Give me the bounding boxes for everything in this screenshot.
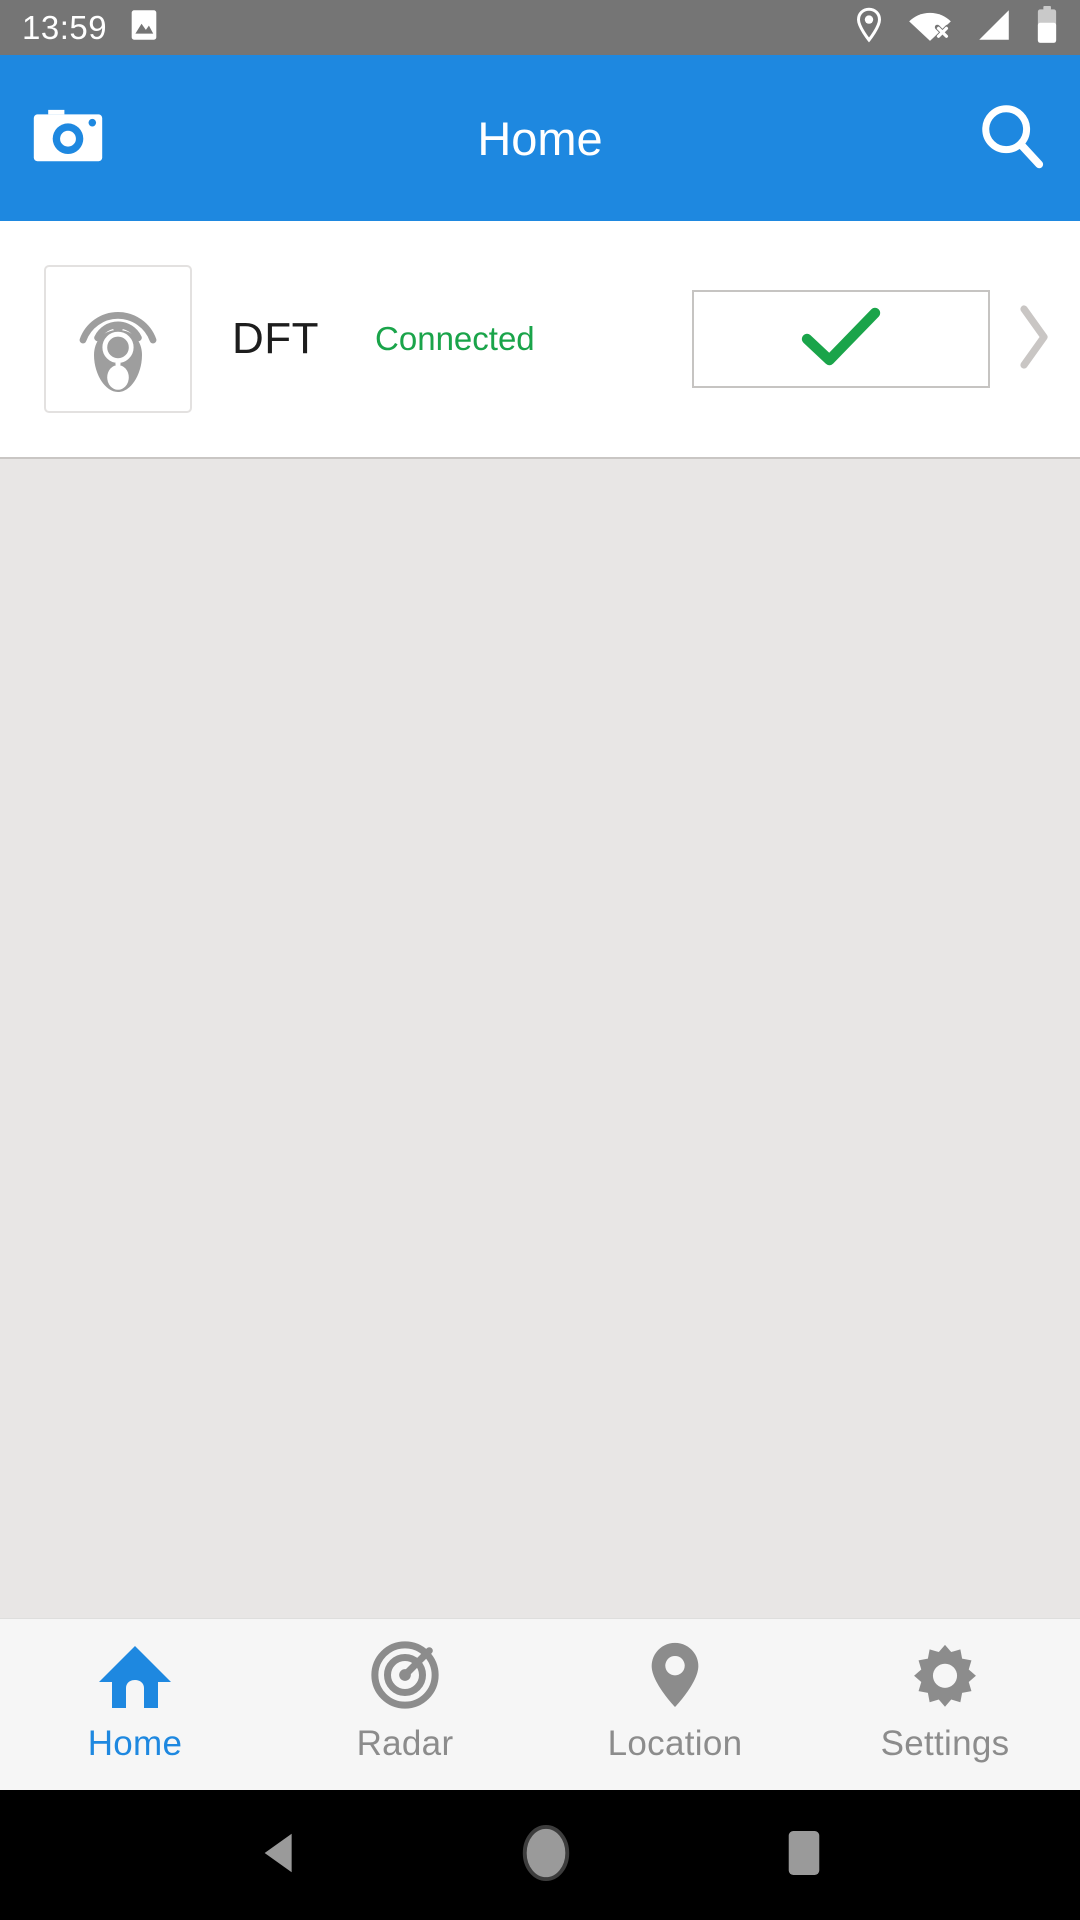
content-area [0, 459, 1080, 1618]
location-pin-icon [854, 7, 884, 48]
status-bar-system-icons [854, 6, 1058, 49]
home-icon [97, 1645, 173, 1710]
nav-item-settings[interactable]: Settings [810, 1619, 1080, 1790]
nav-item-radar[interactable]: Radar [270, 1619, 540, 1790]
device-name: DFT [232, 314, 320, 363]
chevron-right-icon [1016, 301, 1052, 378]
device-check-button[interactable] [692, 290, 990, 388]
device-list: DFT Connected [0, 221, 1080, 459]
nav-item-location[interactable]: Location [540, 1619, 810, 1790]
camera-button[interactable] [28, 98, 108, 178]
device-thumbnail [44, 265, 192, 413]
home-button[interactable] [520, 1824, 572, 1887]
status-bar-clock: 13:59 [22, 8, 108, 46]
page-title: Home [477, 111, 603, 165]
bottom-navigation: Home Radar Location Settings [0, 1618, 1080, 1790]
device-row[interactable]: DFT Connected [0, 221, 1080, 457]
nav-item-home[interactable]: Home [0, 1619, 270, 1790]
search-button[interactable] [972, 98, 1052, 178]
app-bar: Home [0, 55, 1080, 221]
cellular-signal-icon [976, 8, 1012, 47]
search-icon [977, 101, 1047, 176]
device-status: Connected [375, 320, 535, 357]
location-icon [647, 1642, 703, 1710]
device-actions [692, 290, 1052, 388]
settings-icon [910, 1644, 980, 1710]
nav-label-settings: Settings [880, 1723, 1010, 1763]
recents-button[interactable] [783, 1827, 825, 1884]
phone-screen: 13:59 Home DFT Connected Home Radar Loca… [0, 0, 1080, 1920]
device-detail-chevron[interactable] [1016, 301, 1052, 378]
battery-icon [1036, 6, 1058, 49]
status-bar: 13:59 [0, 0, 1080, 55]
back-button[interactable] [255, 1826, 309, 1885]
wifi-off-icon [908, 8, 952, 47]
status-bar-notification-icons [129, 9, 159, 46]
radar-icon [370, 1640, 440, 1710]
android-system-nav [0, 1790, 1080, 1920]
nav-label-home: Home [87, 1723, 183, 1763]
nav-label-radar: Radar [356, 1723, 454, 1763]
check-icon [801, 306, 881, 373]
image-icon [129, 9, 159, 46]
camera-icon [32, 107, 104, 170]
tag-beacon-icon [62, 275, 174, 404]
nav-label-location: Location [607, 1723, 743, 1763]
